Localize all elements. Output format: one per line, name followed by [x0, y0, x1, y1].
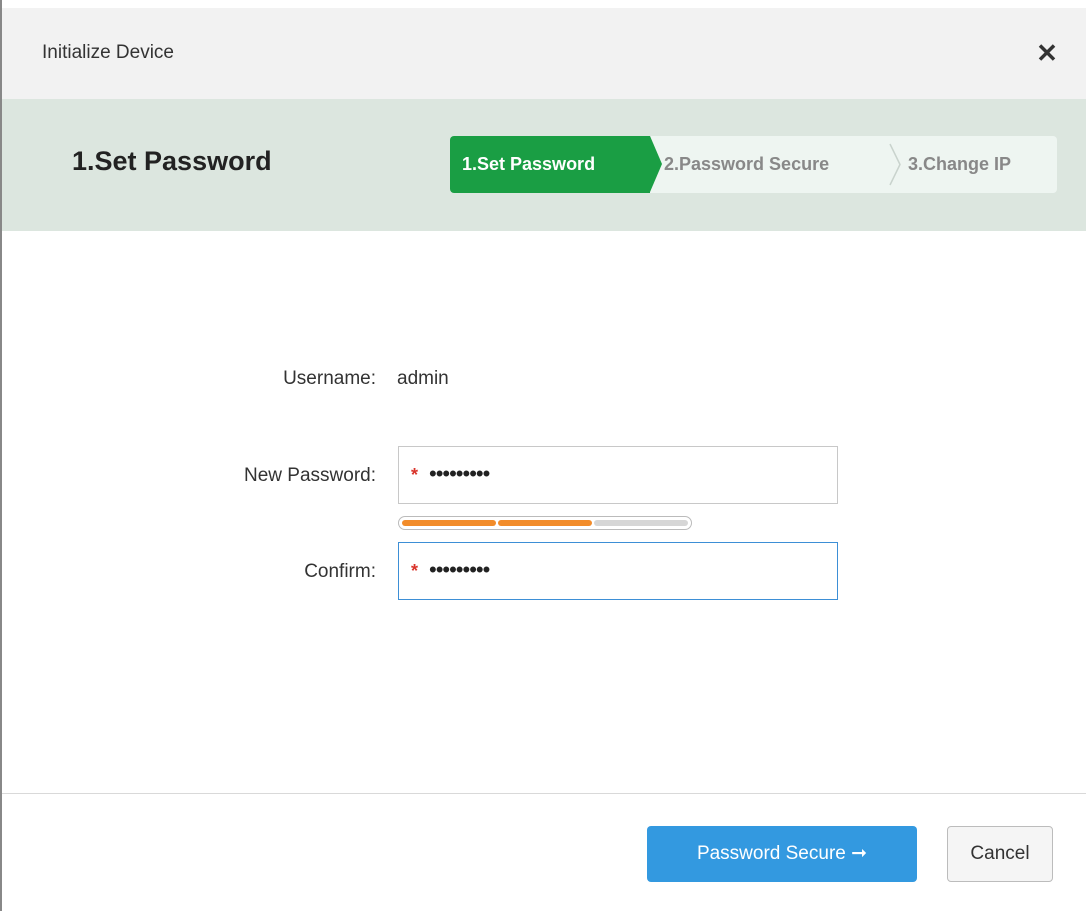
step-heading: 1.Set Password [72, 146, 272, 176]
username-value: admin [397, 368, 449, 389]
step-set-password[interactable]: 1.Set Password [450, 136, 662, 193]
cancel-button[interactable]: Cancel [947, 826, 1053, 882]
step-change-ip[interactable]: 3.Change IP [908, 136, 1011, 193]
confirm-label: Confirm: [304, 561, 376, 582]
confirm-password-field[interactable]: * ••••••••• [398, 542, 838, 600]
required-mark: * [411, 465, 419, 485]
step-password-secure[interactable]: 2.Password Secure [664, 136, 829, 193]
footer-divider [2, 793, 1086, 794]
password-strength-meter [398, 516, 692, 530]
username-label: Username: [283, 368, 376, 389]
initialize-device-dialog: Initialize Device ✕ 1.Set Password 1.Set… [0, 0, 1086, 911]
step-indicator: 1.Set Password 2.Password Secure 3.Chang… [450, 136, 1057, 193]
dialog-titlebar: Initialize Device ✕ [2, 8, 1086, 99]
required-mark: * [411, 561, 419, 581]
close-icon[interactable]: ✕ [1032, 38, 1062, 68]
strength-segment-weak [402, 520, 496, 526]
new-password-field[interactable]: * ••••••••• [398, 446, 838, 504]
confirm-password-mask: ••••••••• [429, 557, 490, 582]
new-password-mask: ••••••••• [429, 461, 490, 486]
dialog-title: Initialize Device [42, 42, 174, 63]
step-separator-icon [889, 143, 901, 186]
new-password-label: New Password: [244, 465, 376, 486]
step-bar: 1.Set Password 1.Set Password 2.Password… [2, 99, 1086, 231]
strength-segment-medium [498, 520, 592, 526]
strength-segment-strong [594, 520, 688, 526]
password-secure-button[interactable]: Password Secure ➞ [647, 826, 917, 882]
